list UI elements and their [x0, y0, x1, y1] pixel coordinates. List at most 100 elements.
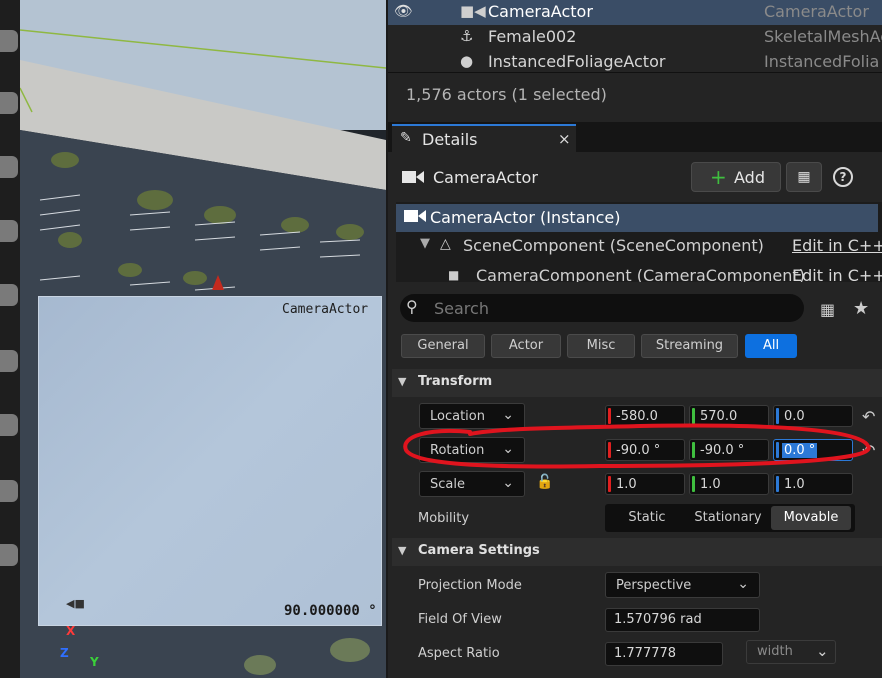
lock-icon[interactable]: 🔓 [536, 474, 553, 490]
foliage-icon: ● [460, 52, 474, 70]
selected-actor-name: CameraActor [433, 168, 538, 187]
help-icon[interactable]: ? [833, 167, 853, 187]
aspect-ratio-field[interactable]: 1.777778 [605, 642, 723, 666]
axis-y-label: Y [90, 655, 99, 669]
outliner-row[interactable]: ⚓ Female002 SkeletalMeshAct [388, 25, 882, 50]
toolbar-tool-icon[interactable] [0, 350, 18, 372]
toolbar-tool-icon[interactable] [0, 220, 18, 242]
chevron-down-icon: ⌄ [502, 407, 514, 423]
fov-label: Field Of View [418, 612, 502, 627]
actor-count: 1,576 actors (1 selected) [406, 85, 607, 104]
component-label: CameraActor (Instance) [430, 208, 621, 227]
component-row[interactable]: ■ CameraComponent (CameraComponent) Edit… [396, 266, 882, 282]
star-icon[interactable]: ★ [853, 298, 869, 319]
section-title: Camera Settings [418, 543, 540, 558]
toolbar-tool-icon[interactable] [0, 480, 18, 502]
camera-icon [404, 210, 426, 222]
edit-in-cpp-link[interactable]: Edit in C++ [792, 236, 882, 255]
camera-settings-section-header[interactable]: ▼ Camera Settings [392, 538, 882, 566]
viewport-toolbar [0, 0, 20, 678]
table-view-icon[interactable]: ▦ [820, 300, 835, 319]
close-icon[interactable]: × [558, 130, 571, 148]
toolbar-tool-icon[interactable] [0, 544, 18, 566]
expand-arrow-icon[interactable]: ▼ [420, 236, 430, 251]
tab-details[interactable]: ✎ Details × [392, 124, 576, 152]
outliner-row-name: CameraActor [488, 2, 593, 21]
outliner-row-type: InstancedFolia [764, 52, 880, 71]
projection-mode-dropdown[interactable]: Perspective ⌄ [605, 572, 760, 598]
edit-in-cpp-link[interactable]: Edit in C++ [792, 266, 882, 282]
visibility-eye-icon[interactable]: 👁 [394, 2, 413, 20]
scale-x-field[interactable]: 1.0 [605, 473, 685, 495]
camera-icon: ■◀ [460, 2, 486, 20]
add-button-label: Add [734, 168, 765, 187]
camera-actor-label: CameraActor [282, 302, 369, 317]
filter-misc[interactable]: Misc [567, 334, 635, 358]
mobility-stationary[interactable]: Stationary [689, 506, 767, 530]
mobility-static[interactable]: Static [609, 506, 685, 530]
component-label: SceneComponent (SceneComponent) [463, 236, 764, 255]
location-y-field[interactable]: 570.0 [689, 405, 769, 427]
scale-z-field[interactable]: 1.0 [773, 473, 853, 495]
collapse-arrow-icon: ▼ [398, 544, 407, 557]
camera-icon: ■ [448, 268, 460, 282]
aspect-ratio-label: Aspect Ratio [418, 646, 500, 661]
transform-section-header[interactable]: ▼ Transform [392, 369, 882, 397]
rotation-mode-dropdown[interactable]: Rotation ⌄ [419, 437, 525, 463]
rotation-x-field[interactable]: -90.0 ° [605, 439, 685, 461]
outliner-panel: 👁 ■◀ CameraActor CameraActor ⚓ Female002… [388, 0, 882, 122]
mobility-movable[interactable]: Movable [771, 506, 851, 530]
rotation-y-field[interactable]: -90.0 ° [689, 439, 769, 461]
component-row[interactable]: ▼ △ SceneComponent (SceneComponent) Edit… [396, 236, 882, 262]
chevron-down-icon: ⌄ [737, 576, 749, 592]
pencil-icon: ✎ [400, 130, 412, 146]
filter-streaming[interactable]: Streaming [641, 334, 738, 358]
filter-general[interactable]: General [401, 334, 485, 358]
scale-label: Scale [430, 477, 465, 492]
outliner-divider [388, 72, 882, 73]
mobility-selector: Static Stationary Movable [605, 504, 855, 532]
outliner-row-type: SkeletalMeshAct [764, 27, 882, 46]
tab-details-label: Details [422, 130, 478, 149]
projection-mode-label: Projection Mode [418, 578, 522, 593]
toolbar-tool-icon[interactable] [0, 284, 18, 306]
location-x-field[interactable]: -580.0 [605, 405, 685, 427]
chevron-down-icon[interactable]: ⌄ [816, 642, 829, 660]
level-viewport[interactable]: CameraActor 90.000000 ° ◀■ X Z Y [20, 0, 386, 678]
mobility-label: Mobility [418, 511, 470, 526]
details-search[interactable]: ⚲ [400, 294, 804, 322]
rotation-label: Rotation [430, 443, 485, 458]
toolbar-tool-icon[interactable] [0, 30, 18, 52]
axis-x-label: X [66, 624, 76, 638]
blueprint-button[interactable]: ▦ [786, 162, 822, 192]
rotation-z-field[interactable]: 0.0 ° [773, 439, 853, 461]
camera-fov-readout: 90.000000 ° [284, 603, 377, 619]
filter-actor[interactable]: Actor [491, 334, 561, 358]
scale-y-field[interactable]: 1.0 [689, 473, 769, 495]
location-mode-dropdown[interactable]: Location ⌄ [419, 403, 525, 429]
axis-z-label: Z [60, 646, 69, 660]
component-row[interactable]: CameraActor (Instance) [396, 204, 878, 232]
toolbar-tool-icon[interactable] [0, 156, 18, 178]
camera-preview-pane [38, 296, 382, 626]
toolbar-tool-icon[interactable] [0, 92, 18, 114]
details-tab-bar: ✎ Details × [388, 122, 882, 152]
skeleton-icon: ⚓ [460, 27, 474, 45]
search-input[interactable] [432, 296, 792, 320]
scale-mode-dropdown[interactable]: Scale ⌄ [419, 471, 525, 497]
add-component-button[interactable]: + Add [691, 162, 781, 192]
collapse-arrow-icon: ▼ [398, 375, 407, 388]
filter-all[interactable]: All [745, 334, 797, 358]
camera-icon [402, 171, 424, 183]
outliner-row-type: CameraActor [764, 2, 869, 21]
location-z-field[interactable]: 0.0 [773, 405, 853, 427]
reset-arrow-icon[interactable]: ↶ [862, 407, 875, 426]
reset-arrow-icon[interactable]: ↶ [862, 441, 875, 460]
details-panel: CameraActor + Add ▦ ? CameraActor (Insta… [388, 152, 882, 678]
fov-field[interactable]: 1.570796 rad [605, 608, 760, 632]
toolbar-tool-icon[interactable] [0, 414, 18, 436]
outliner-row-name: Female002 [488, 27, 577, 46]
section-title: Transform [418, 374, 493, 389]
outliner-row-name: InstancedFoliageActor [488, 52, 666, 71]
outliner-row[interactable]: 👁 ■◀ CameraActor CameraActor [388, 0, 882, 25]
